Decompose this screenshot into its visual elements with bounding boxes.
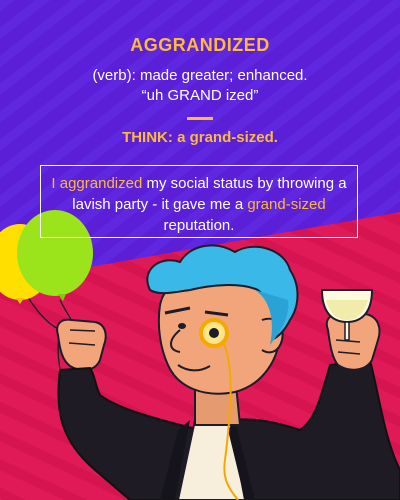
- think-text: a grand-sized.: [177, 129, 278, 146]
- definition: (verb): made greater; enhanced. “uh GRAN…: [0, 66, 400, 106]
- think-line: THINK: a grand-sized.: [0, 129, 400, 146]
- think-label: THINK:: [122, 129, 173, 146]
- example-highlight-2: grand-sized: [247, 196, 326, 213]
- example-highlight-1: I aggrandized: [51, 175, 143, 192]
- divider: [187, 117, 213, 120]
- text-layer: AGGRANDIZED (verb): made greater; enhanc…: [0, 0, 400, 500]
- example-text-2: reputation.: [163, 217, 235, 234]
- vocab-word: AGGRANDIZED: [130, 35, 270, 55]
- vocabulary-card: AGGRANDIZED (verb): made greater; enhanc…: [0, 0, 400, 500]
- pronunciation: “uh GRAND ized”: [141, 87, 259, 104]
- example-sentence-box: I aggrandized my social status by throwi…: [40, 165, 358, 238]
- definition-line: (verb): made greater; enhanced.: [92, 67, 308, 84]
